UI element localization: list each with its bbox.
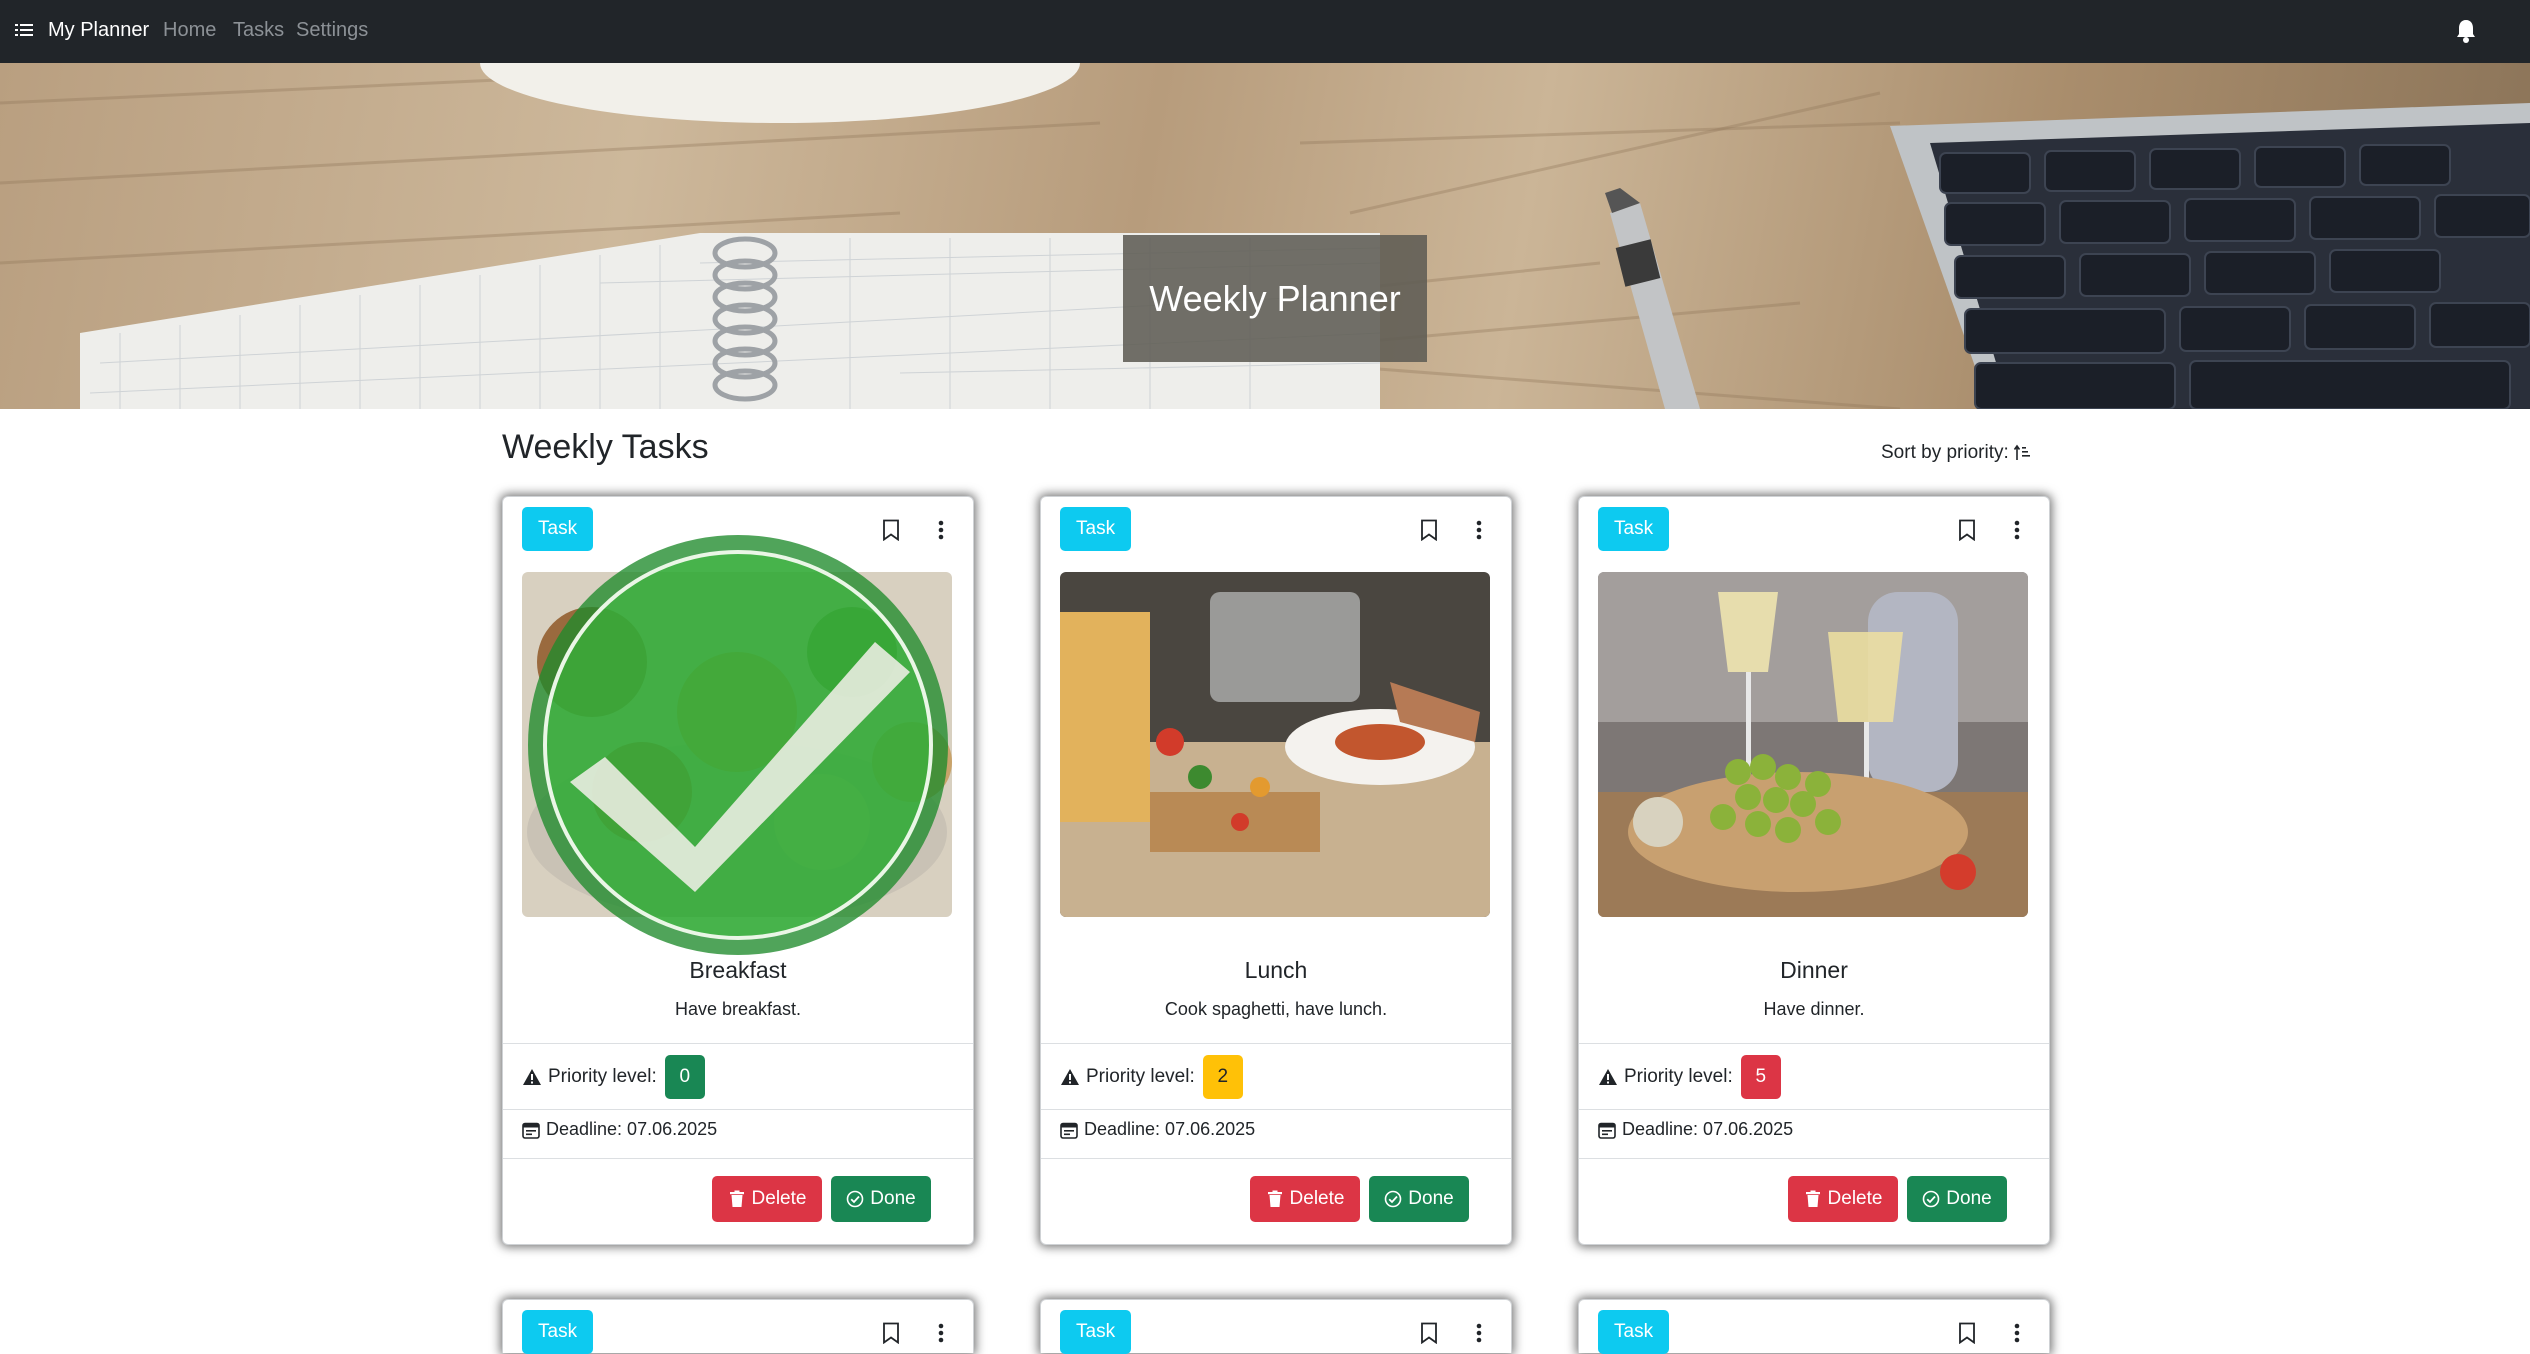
deadline-row: Deadline: 07.06.2025 <box>522 1119 717 1140</box>
brand-link[interactable]: My Planner <box>48 19 149 42</box>
task-card-breakfast: Task Breakfast Have breakfast. Priority … <box>502 496 974 1245</box>
task-description: Have breakfast. <box>674 999 802 1019</box>
priority-row: Priority level: 2 <box>1060 1055 1243 1099</box>
done-button[interactable]: Done <box>831 1176 931 1222</box>
priority-badge: 2 <box>1202 1055 1243 1099</box>
more-options-icon[interactable] <box>936 1322 946 1344</box>
task-card-dinner: Task Dinner Have dinner. Priority level:… <box>1578 496 2050 1245</box>
priority-label: Priority level: <box>1624 1066 1733 1087</box>
task-card: Task <box>1040 1299 1512 1354</box>
task-badge: Task <box>1598 1310 1670 1354</box>
lunch-image <box>1060 572 1490 917</box>
bookmark-icon[interactable] <box>1957 519 1977 541</box>
bookmark-icon[interactable] <box>1957 1322 1977 1344</box>
warning-icon <box>1599 1069 1617 1085</box>
check-circle-icon <box>1384 1190 1402 1208</box>
divider <box>1041 1158 1511 1159</box>
done-button[interactable]: Done <box>1907 1176 2007 1222</box>
more-options-icon[interactable] <box>2012 519 2022 541</box>
warning-icon <box>523 1069 541 1085</box>
priority-label: Priority level: <box>548 1066 657 1087</box>
sort-by-priority-toggle[interactable]: Sort by priority: <box>1881 442 2033 464</box>
priority-row: Priority level: 5 <box>1598 1055 1781 1099</box>
bookmark-icon[interactable] <box>1419 519 1439 541</box>
divider <box>1041 1043 1511 1044</box>
priority-row: Priority level: 0 <box>522 1055 705 1099</box>
delete-label: Delete <box>1289 1188 1345 1209</box>
check-circle-icon <box>846 1190 864 1208</box>
trash-icon <box>729 1190 744 1207</box>
bookmark-icon[interactable] <box>1419 1322 1439 1344</box>
done-button[interactable]: Done <box>1369 1176 1469 1222</box>
task-title: Lunch <box>1244 957 1308 983</box>
more-options-icon[interactable] <box>1474 519 1484 541</box>
done-label: Done <box>1946 1188 1992 1209</box>
page-title: Weekly Tasks <box>502 428 709 466</box>
deadline-row: Deadline: 07.06.2025 <box>1060 1119 1255 1140</box>
divider <box>503 1043 973 1044</box>
delete-button[interactable]: Delete <box>1788 1176 1898 1222</box>
task-title: Dinner <box>1780 957 1848 983</box>
completed-check-icon <box>528 535 948 955</box>
task-badge: Task <box>1060 507 1132 551</box>
hero-banner: Weekly Planner <box>0 63 2530 409</box>
priority-badge: 0 <box>664 1055 705 1099</box>
delete-button[interactable]: Delete <box>1250 1176 1360 1222</box>
dinner-image <box>1598 572 2028 917</box>
task-badge: Task <box>522 1310 594 1354</box>
divider <box>1579 1158 2049 1159</box>
divider <box>503 1109 973 1110</box>
deadline-text: Deadline: 07.06.2025 <box>1622 1119 1794 1139</box>
done-label: Done <box>1408 1188 1454 1209</box>
hero-title: Weekly Planner <box>1123 235 1427 362</box>
sort-ascending-icon[interactable] <box>2013 443 2033 463</box>
divider <box>1041 1109 1511 1110</box>
bookmark-icon[interactable] <box>881 1322 901 1344</box>
task-card-lunch: Task Lunch Cook spaghetti, have lunch. P… <box>1040 496 1512 1245</box>
trash-icon <box>1805 1190 1820 1207</box>
deadline-row: Deadline: 07.06.2025 <box>1598 1119 1793 1140</box>
trash-icon <box>1267 1190 1282 1207</box>
priority-badge: 5 <box>1740 1055 1781 1099</box>
sort-label: Sort by priority: <box>1881 442 2009 463</box>
nav-link-tasks[interactable]: Tasks <box>233 19 284 42</box>
priority-label: Priority level: <box>1086 1066 1195 1087</box>
task-card: Task <box>1578 1299 2050 1354</box>
done-label: Done <box>870 1188 916 1209</box>
deadline-text: Deadline: 07.06.2025 <box>546 1119 718 1139</box>
delete-label: Delete <box>751 1188 807 1209</box>
task-title: Breakfast <box>689 957 787 983</box>
list-icon[interactable] <box>14 20 34 40</box>
divider <box>503 1158 973 1159</box>
nav-link-settings[interactable]: Settings <box>296 19 368 42</box>
task-badge: Task <box>1598 507 1670 551</box>
calendar-icon <box>1598 1122 1616 1139</box>
more-options-icon[interactable] <box>2012 1322 2022 1344</box>
task-card: Task <box>502 1299 974 1354</box>
task-description: Have dinner. <box>1763 999 1865 1019</box>
task-badge: Task <box>1060 1310 1132 1354</box>
nav-link-home[interactable]: Home <box>163 19 216 42</box>
more-options-icon[interactable] <box>1474 1322 1484 1344</box>
delete-button[interactable]: Delete <box>712 1176 822 1222</box>
divider <box>1579 1109 2049 1110</box>
task-description: Cook spaghetti, have lunch. <box>1164 999 1388 1019</box>
check-circle-icon <box>1922 1190 1940 1208</box>
delete-label: Delete <box>1827 1188 1883 1209</box>
calendar-icon <box>1060 1122 1078 1139</box>
top-navbar: My Planner Home Tasks Settings <box>0 0 2530 63</box>
calendar-icon <box>522 1122 540 1139</box>
deadline-text: Deadline: 07.06.2025 <box>1084 1119 1256 1139</box>
bell-icon[interactable] <box>2454 18 2478 44</box>
divider <box>1579 1043 2049 1044</box>
warning-icon <box>1061 1069 1079 1085</box>
